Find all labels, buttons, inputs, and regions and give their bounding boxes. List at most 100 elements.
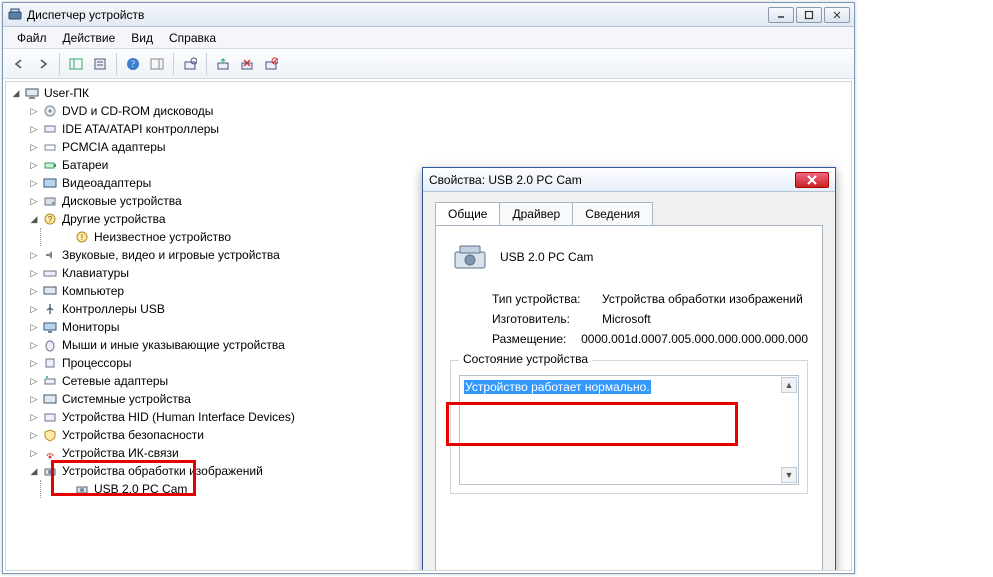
- menu-view[interactable]: Вид: [123, 29, 161, 47]
- device-status-textbox[interactable]: Устройство работает нормально. ▲ ▼: [459, 375, 799, 485]
- tree-item-label: Устройства HID (Human Interface Devices): [62, 408, 295, 426]
- maximize-button[interactable]: [796, 7, 822, 23]
- toolbar-divider: [59, 53, 60, 75]
- tree-item[interactable]: ▷ Компьютер: [8, 282, 408, 300]
- dialog-title: Свойства: USB 2.0 PC Cam: [429, 173, 795, 187]
- expand-icon[interactable]: ▷: [28, 321, 40, 333]
- expand-icon[interactable]: ▷: [28, 411, 40, 423]
- tree-item-imaging-devices[interactable]: ◢Устройства обработки изображений: [8, 462, 408, 480]
- uninstall-button[interactable]: [235, 52, 259, 76]
- expand-icon[interactable]: ▷: [28, 159, 40, 171]
- expand-icon[interactable]: ▷: [28, 267, 40, 279]
- tree-item[interactable]: ▷Клавиатуры: [8, 264, 408, 282]
- location-label: Размещение:: [492, 332, 581, 346]
- expand-icon[interactable]: ▷: [28, 285, 40, 297]
- device-status-legend: Состояние устройства: [459, 352, 592, 366]
- window-controls: [768, 7, 850, 23]
- tree-item[interactable]: ▷Мониторы: [8, 318, 408, 336]
- action-pane-button[interactable]: [145, 52, 169, 76]
- cpu-icon: [42, 355, 58, 371]
- update-driver-button[interactable]: [211, 52, 235, 76]
- disk-icon: [42, 193, 58, 209]
- properties-button[interactable]: [88, 52, 112, 76]
- close-button[interactable]: [824, 7, 850, 23]
- tree-item[interactable]: ▷Видеоадаптеры: [8, 174, 408, 192]
- mouse-icon: [42, 337, 58, 353]
- tab-general[interactable]: Общие: [435, 202, 500, 225]
- svg-text:?: ?: [131, 59, 135, 69]
- tree-item[interactable]: ▷ Устройства HID (Human Interface Devices…: [8, 408, 408, 426]
- manufacturer-row: Изготовитель: Microsoft: [492, 312, 808, 326]
- monitor-icon: [42, 319, 58, 335]
- back-button[interactable]: [7, 52, 31, 76]
- forward-button[interactable]: [31, 52, 55, 76]
- network-icon: [42, 373, 58, 389]
- tree-item[interactable]: ▷Звуковые, видео и игровые устройства: [8, 246, 408, 264]
- expand-icon[interactable]: ▷: [28, 393, 40, 405]
- tree-item[interactable]: ▷ Устройства ИК-связи: [8, 444, 408, 462]
- tree-item[interactable]: ▷Процессоры: [8, 354, 408, 372]
- collapse-icon[interactable]: ◢: [10, 87, 22, 99]
- tree-item[interactable]: ▷Контроллеры USB: [8, 300, 408, 318]
- scan-hardware-button[interactable]: [178, 52, 202, 76]
- expand-icon[interactable]: ▷: [28, 141, 40, 153]
- tree-item-unknown-device[interactable]: !Неизвестное устройство: [8, 228, 408, 246]
- device-tree[interactable]: ◢ User-ПК ▷ DVD и CD-ROM дисководы ▷ IDE A…: [8, 84, 408, 498]
- tree-item-other-devices[interactable]: ◢?Другие устройства: [8, 210, 408, 228]
- tree-item-label: DVD и CD-ROM дисководы: [62, 102, 213, 120]
- dialog-close-button[interactable]: [795, 172, 829, 188]
- scroll-down-button[interactable]: ▼: [781, 467, 797, 483]
- expand-icon[interactable]: ▷: [28, 123, 40, 135]
- expand-icon[interactable]: ▷: [28, 249, 40, 261]
- tree-item-label: Компьютер: [62, 282, 124, 300]
- disable-button[interactable]: [259, 52, 283, 76]
- manufacturer-label: Изготовитель:: [492, 312, 602, 326]
- tree-item-usb-cam[interactable]: USB 2.0 PC Cam: [8, 480, 408, 498]
- disc-icon: [42, 103, 58, 119]
- tree-root-label: User-ПК: [44, 84, 89, 102]
- menu-file[interactable]: Файл: [9, 29, 55, 47]
- tree-item-label: IDE ATA/ATAPI контроллеры: [62, 120, 219, 138]
- expand-icon[interactable]: ▷: [28, 177, 40, 189]
- expand-icon[interactable]: ▷: [28, 105, 40, 117]
- tab-driver[interactable]: Драйвер: [499, 202, 573, 225]
- hid-icon: [42, 409, 58, 425]
- tab-details[interactable]: Сведения: [572, 202, 653, 225]
- tree-item[interactable]: ▷ Дисковые устройства: [8, 192, 408, 210]
- show-hide-console-tree-button[interactable]: [64, 52, 88, 76]
- device-type-row: Тип устройства: Устройства обработки изо…: [492, 292, 808, 306]
- expand-icon[interactable]: ▷: [28, 195, 40, 207]
- app-icon: [7, 7, 23, 23]
- collapse-icon[interactable]: ◢: [28, 465, 40, 477]
- expand-icon[interactable]: ▷: [28, 339, 40, 351]
- scroll-up-button[interactable]: ▲: [781, 377, 797, 393]
- tree-item[interactable]: ▷Устройства безопасности: [8, 426, 408, 444]
- tree-item-label: Другие устройства: [62, 210, 166, 228]
- expand-icon[interactable]: ▷: [28, 357, 40, 369]
- expand-icon[interactable]: ▷: [28, 429, 40, 441]
- tree-item[interactable]: ▷Батареи: [8, 156, 408, 174]
- minimize-button[interactable]: [768, 7, 794, 23]
- titlebar: Диспетчер устройств: [3, 3, 854, 27]
- tree-item[interactable]: ▷Сетевые адаптеры: [8, 372, 408, 390]
- collapse-icon[interactable]: ◢: [28, 213, 40, 225]
- tree-item-label: Дисковые устройства: [62, 192, 182, 210]
- tree-item[interactable]: ▷ DVD и CD-ROM дисководы: [8, 102, 408, 120]
- tree-item[interactable]: ▷ Системные устройства: [8, 390, 408, 408]
- expand-icon[interactable]: ▷: [28, 447, 40, 459]
- tree-item[interactable]: ▷PCMCIA адаптеры: [8, 138, 408, 156]
- menu-help[interactable]: Справка: [161, 29, 224, 47]
- tree-item[interactable]: ▷Мыши и иные указывающие устройства: [8, 336, 408, 354]
- expand-icon[interactable]: ▷: [28, 375, 40, 387]
- tree-item-label: Системные устройства: [62, 390, 191, 408]
- camera-icon: [74, 481, 90, 497]
- tree-item-label: Устройства ИК-связи: [62, 444, 179, 462]
- window-title: Диспетчер устройств: [27, 8, 768, 22]
- help-button[interactable]: ?: [121, 52, 145, 76]
- menu-action[interactable]: Действие: [55, 29, 124, 47]
- tree-root[interactable]: ◢ User-ПК: [8, 84, 408, 102]
- expand-icon[interactable]: ▷: [28, 303, 40, 315]
- toolbar: ?: [3, 49, 854, 79]
- tree-item[interactable]: ▷ IDE ATA/ATAPI контроллеры: [8, 120, 408, 138]
- keyboard-icon: [42, 265, 58, 281]
